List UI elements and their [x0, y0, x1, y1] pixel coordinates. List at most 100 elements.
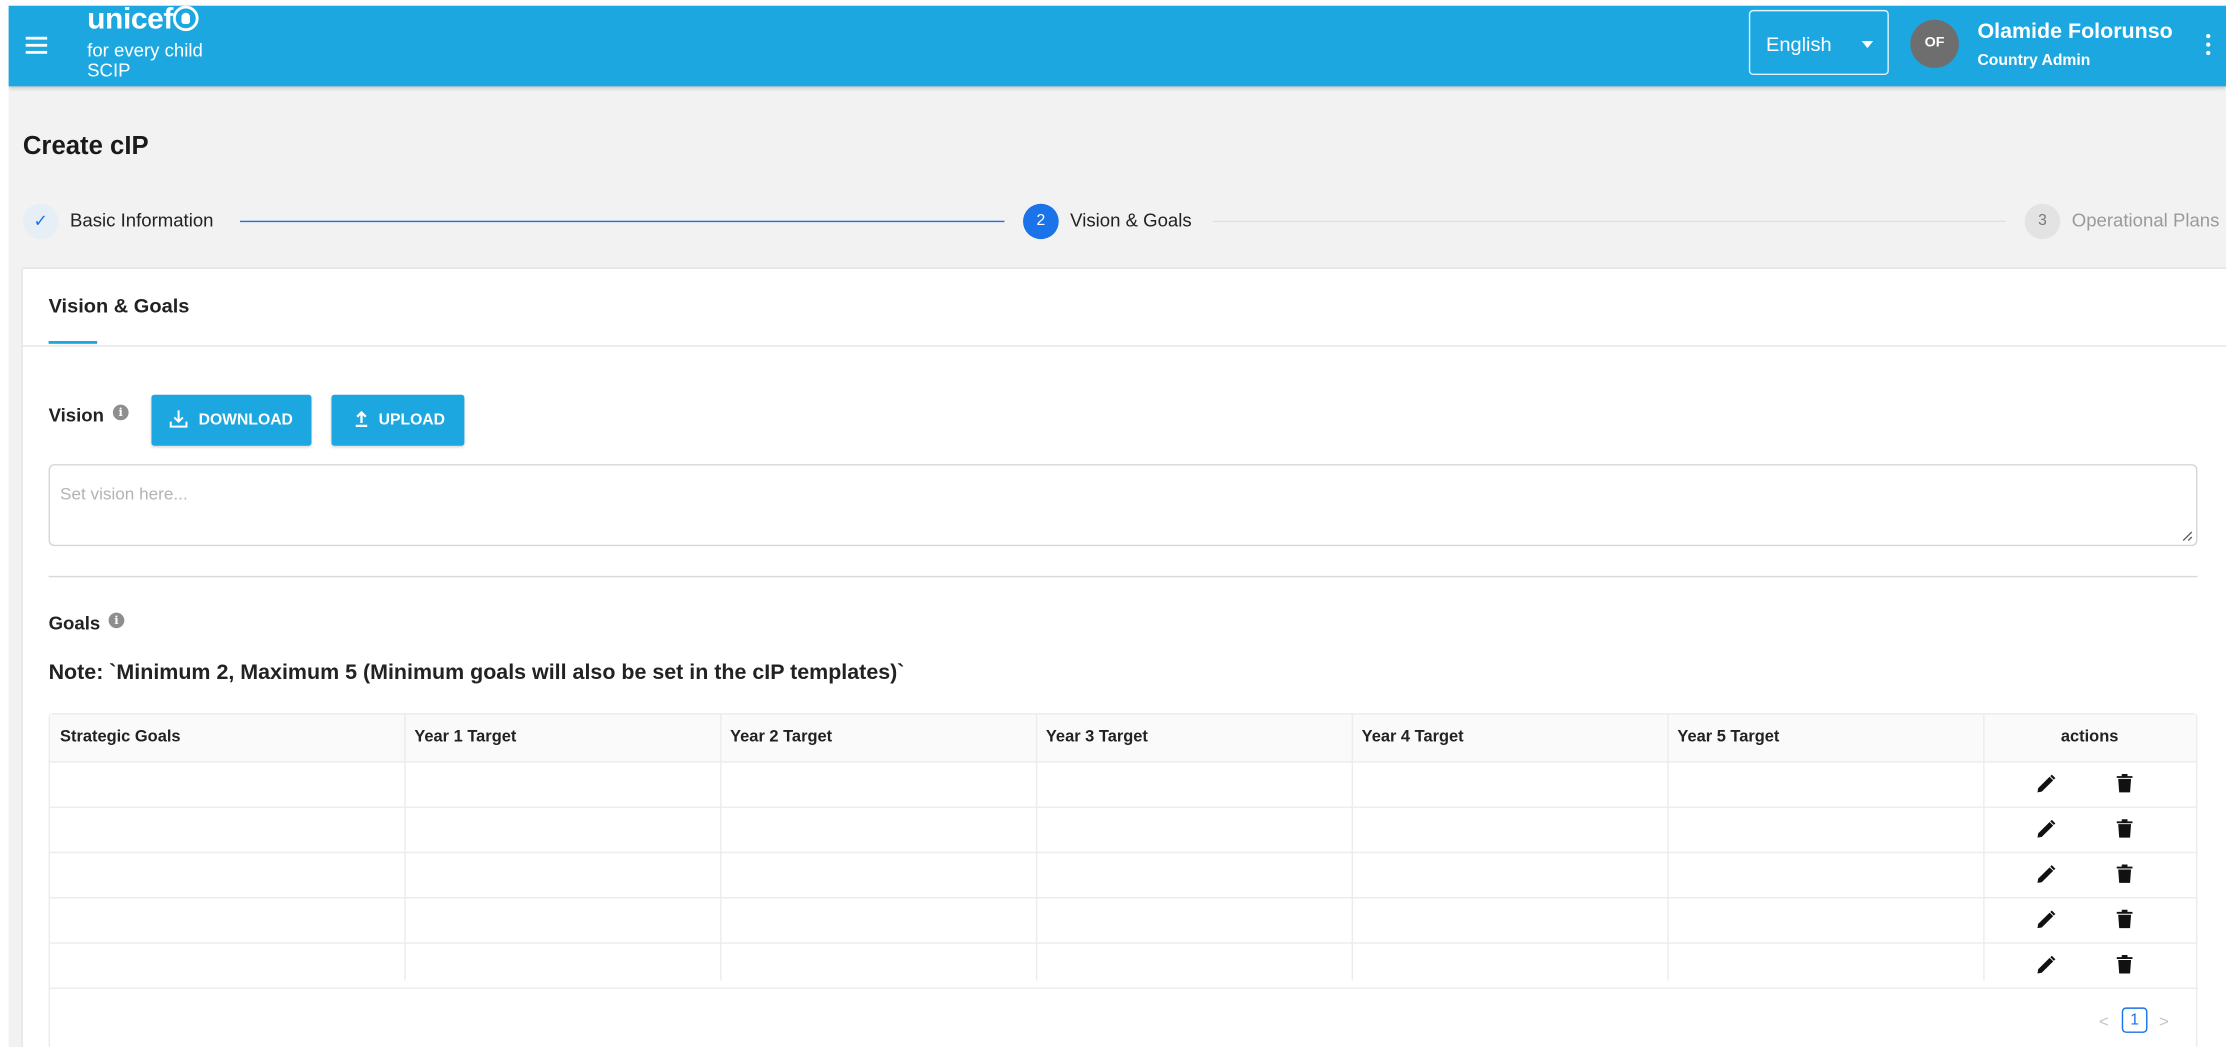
language-select[interactable]: English — [1748, 9, 1889, 75]
table-cell — [1036, 853, 1352, 897]
window-frame — [0, 0, 9, 1047]
column-header: Year 4 Target — [1361, 728, 1464, 746]
table-cell — [1667, 944, 1983, 988]
goals-note: Note: `Minimum 2, Maximum 5 (Minimum goa… — [48, 660, 905, 685]
table-cell — [1667, 763, 1983, 807]
delete-icon[interactable] — [2116, 954, 2133, 975]
app-name: SCIP — [87, 59, 131, 81]
table-cell — [720, 808, 1036, 852]
table-row — [50, 898, 2197, 944]
table-cell — [50, 853, 404, 897]
table-cell — [1352, 853, 1668, 897]
step-3-label[interactable]: Operational Plans — [2072, 209, 2220, 230]
step-3-indicator[interactable]: 3 — [2024, 203, 2061, 240]
page-button-current[interactable]: 1 — [2121, 1007, 2148, 1033]
download-button[interactable]: DOWNLOAD — [151, 394, 312, 446]
table-cell — [1036, 763, 1352, 807]
table-row — [50, 763, 2197, 808]
column-header: Year 2 Target — [730, 728, 833, 746]
vision-goals-card: Vision & Goals Vision i DOWNLOAD UPLOAD — [21, 267, 2227, 1047]
table-cell — [1036, 808, 1352, 852]
unicef-logo[interactable]: unicef for every child SCIP — [87, 5, 203, 81]
table-row — [50, 853, 2197, 899]
column-header: Year 1 Target — [414, 728, 517, 746]
edit-icon[interactable] — [2036, 865, 2056, 885]
tab-vision-goals[interactable]: Vision & Goals — [49, 294, 190, 317]
table-cell — [404, 763, 720, 807]
user-role: Country Admin — [1977, 52, 2091, 70]
step-connector — [1213, 220, 2007, 223]
table-cell — [404, 853, 720, 897]
upload-button-label: UPLOAD — [378, 411, 446, 429]
vision-label: Vision — [48, 404, 104, 426]
table-cell — [1667, 853, 1983, 897]
info-icon[interactable]: i — [112, 404, 129, 421]
table-row — [50, 808, 2197, 854]
table-cell — [1667, 808, 1983, 852]
column-header: Year 3 Target — [1045, 728, 1148, 746]
table-header-row: Strategic Goals Year 1 Target Year 2 Tar… — [50, 714, 2197, 763]
table-cell — [720, 763, 1036, 807]
column-header: Year 5 Target — [1677, 728, 1780, 746]
info-icon[interactable]: i — [108, 612, 125, 629]
page-title: Create cIP — [22, 131, 149, 160]
table-cell — [1352, 898, 1668, 942]
table-row — [50, 944, 2197, 990]
upload-icon — [355, 410, 368, 428]
chevron-left-icon[interactable]: < — [2099, 1012, 2109, 1032]
column-divider — [720, 714, 722, 981]
download-icon — [169, 410, 188, 428]
delete-icon[interactable] — [2116, 908, 2133, 929]
table-cell — [1036, 944, 1352, 988]
table-cell — [404, 898, 720, 942]
goals-label: Goals — [48, 612, 101, 634]
top-app-bar: unicef for every child SCIP English OF O… — [8, 5, 2227, 87]
step-2-indicator[interactable]: 2 — [1023, 203, 1059, 240]
column-divider — [1983, 714, 1985, 981]
step-2-label[interactable]: Vision & Goals — [1070, 209, 1191, 230]
unicef-emblem-icon — [172, 5, 199, 32]
table-cell — [50, 763, 404, 807]
edit-icon[interactable] — [2036, 774, 2056, 794]
edit-icon[interactable] — [2036, 910, 2056, 930]
table-cell — [50, 808, 404, 852]
vision-textarea[interactable]: Set vision here... — [48, 464, 2198, 547]
table-cell — [1352, 808, 1668, 852]
table-cell — [1667, 898, 1983, 942]
pagination: < 1 > — [50, 989, 2196, 1047]
step-connector — [240, 220, 1005, 223]
app-window: unicef for every child SCIP English OF O… — [8, 5, 2227, 1047]
avatar[interactable]: OF — [1910, 19, 1959, 68]
table-cell — [720, 853, 1036, 897]
upload-button[interactable]: UPLOAD — [331, 394, 465, 446]
delete-icon[interactable] — [2116, 863, 2133, 884]
user-name: Olamide Folorunso — [1977, 19, 2173, 44]
delete-icon[interactable] — [2116, 818, 2133, 839]
resize-handle-icon[interactable] — [2182, 531, 2193, 542]
caret-down-icon — [1861, 41, 1874, 49]
download-button-label: DOWNLOAD — [198, 411, 293, 429]
divider — [22, 345, 2227, 347]
divider — [48, 575, 2198, 578]
column-divider — [1351, 714, 1354, 981]
chevron-right-icon[interactable]: > — [2159, 1012, 2169, 1032]
column-divider — [1667, 714, 1669, 981]
step-1-label[interactable]: Basic Information — [70, 209, 214, 230]
menu-icon[interactable] — [25, 35, 48, 55]
column-header: Strategic Goals — [60, 728, 181, 746]
more-vert-icon[interactable] — [2206, 33, 2212, 57]
tab-active-indicator — [48, 340, 98, 344]
table-cell — [404, 944, 720, 988]
column-divider — [404, 714, 406, 981]
column-header: actions — [2060, 728, 2119, 746]
table-cell — [1036, 898, 1352, 942]
column-divider — [1035, 714, 1038, 981]
edit-icon[interactable] — [2036, 819, 2056, 839]
table-cell — [404, 808, 720, 852]
table-cell — [1352, 944, 1668, 988]
table-cell — [1352, 763, 1668, 807]
delete-icon[interactable] — [2116, 773, 2133, 794]
table-cell — [50, 944, 404, 988]
step-1-check-icon[interactable]: ✓ — [22, 203, 59, 240]
edit-icon[interactable] — [2036, 955, 2056, 975]
